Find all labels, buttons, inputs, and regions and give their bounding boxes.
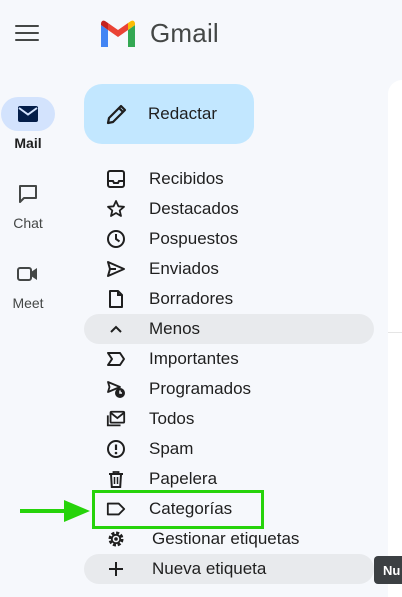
nav-item-enviados[interactable]: Enviados	[84, 254, 374, 284]
nav-item-todos[interactable]: Todos	[84, 404, 374, 434]
mail-icon	[1, 97, 55, 131]
nav-label: Papelera	[149, 469, 218, 488]
nav-label: Destacados	[149, 199, 239, 218]
draft-icon	[106, 289, 126, 309]
annotation-arrow-icon	[20, 500, 90, 522]
nav-item-programados[interactable]: Programados	[84, 374, 374, 404]
nav-label: Importantes	[149, 349, 239, 368]
nav-item-spam[interactable]: Spam	[84, 434, 374, 464]
nav-label: Spam	[149, 439, 194, 458]
message-list-panel	[388, 80, 402, 597]
send-icon	[106, 259, 126, 279]
clock-icon	[106, 229, 126, 249]
compose-label: Redactar	[148, 104, 217, 123]
nav-label: Pospuestos	[149, 229, 238, 248]
star-icon	[106, 199, 126, 219]
nav-item-nueva-etiqueta[interactable]: Nueva etiqueta	[84, 554, 374, 584]
rail-item-meet[interactable]: Meet	[0, 257, 56, 311]
gmail-logo[interactable]: Gmail	[98, 18, 219, 49]
video-camera-icon	[1, 257, 55, 291]
rail-label-meet: Meet	[12, 295, 44, 311]
compose-button[interactable]: Redactar	[84, 84, 254, 144]
scheduled-send-icon	[106, 379, 126, 399]
nav-label: Programados	[149, 379, 252, 398]
plus-icon	[106, 559, 126, 579]
highlight-box	[92, 490, 264, 529]
gear-icon	[106, 529, 126, 549]
tooltip: Nu	[374, 556, 402, 584]
nav-label: Nueva etiqueta	[152, 559, 267, 578]
important-icon	[106, 349, 126, 369]
nav-label: Todos	[149, 409, 195, 428]
nav-label: Borradores	[149, 289, 234, 308]
nav-item-importantes[interactable]: Importantes	[84, 344, 374, 374]
spam-icon	[106, 439, 126, 459]
all-mail-icon	[106, 409, 126, 429]
nav-label: Gestionar etiquetas	[152, 529, 300, 548]
chat-icon	[1, 177, 55, 211]
rail-label-chat: Chat	[13, 215, 43, 231]
nav-label: Menos	[149, 319, 201, 338]
pencil-icon	[106, 104, 127, 125]
nav-item-recibidos[interactable]: Recibidos	[84, 164, 374, 194]
nav-label: Recibidos	[149, 169, 224, 188]
trash-icon	[106, 469, 126, 489]
nav-label: Enviados	[149, 259, 219, 278]
rail-label-mail: Mail	[14, 135, 42, 151]
inbox-icon	[106, 169, 126, 189]
brand-name: Gmail	[150, 18, 219, 48]
nav-item-menos[interactable]: Menos	[84, 314, 374, 344]
main-menu-icon[interactable]	[12, 18, 42, 48]
gmail-m-icon	[101, 20, 135, 47]
nav-item-pospuestos[interactable]: Pospuestos	[84, 224, 374, 254]
chevron-up-icon	[106, 319, 126, 339]
rail-item-chat[interactable]: Chat	[0, 177, 56, 231]
nav-item-destacados[interactable]: Destacados	[84, 194, 374, 224]
nav-item-borradores[interactable]: Borradores	[84, 284, 374, 314]
divider	[388, 332, 402, 333]
rail-item-mail[interactable]: Mail	[0, 97, 56, 151]
